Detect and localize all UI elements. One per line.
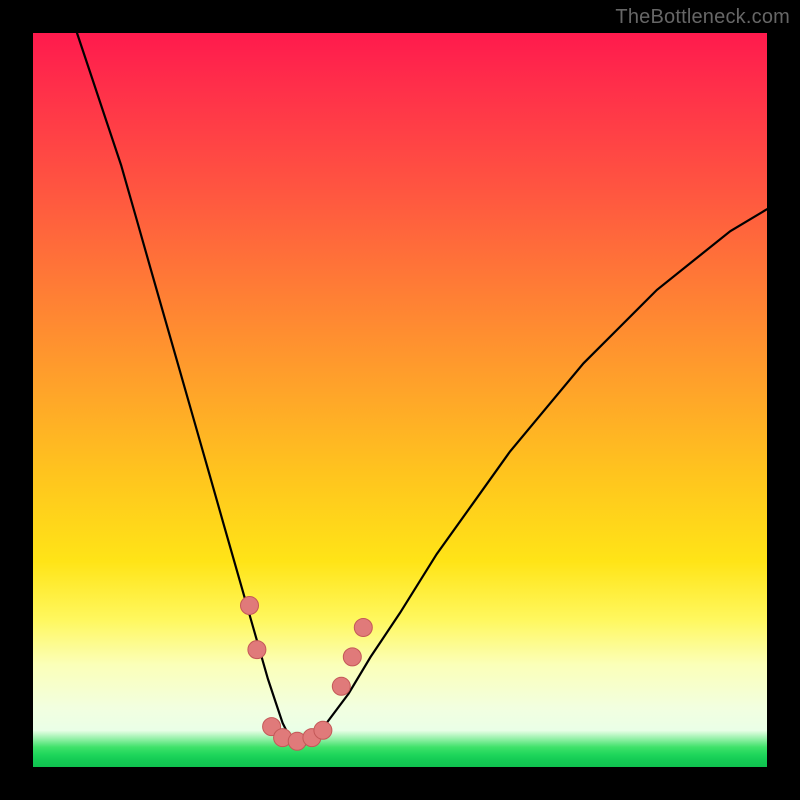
- watermark-text: TheBottleneck.com: [615, 6, 790, 29]
- bottleneck-curve: [77, 33, 767, 745]
- marker-group: [241, 597, 373, 751]
- marker-left-lower: [248, 641, 266, 659]
- chart-overlay: [33, 33, 767, 767]
- marker-right-mid: [343, 648, 361, 666]
- chart-frame: TheBottleneck.com: [0, 0, 800, 800]
- marker-right-upper: [354, 619, 372, 637]
- marker-right-lower: [332, 677, 350, 695]
- marker-left-upper: [241, 597, 259, 615]
- marker-valley-5: [314, 721, 332, 739]
- curve-group: [77, 33, 767, 745]
